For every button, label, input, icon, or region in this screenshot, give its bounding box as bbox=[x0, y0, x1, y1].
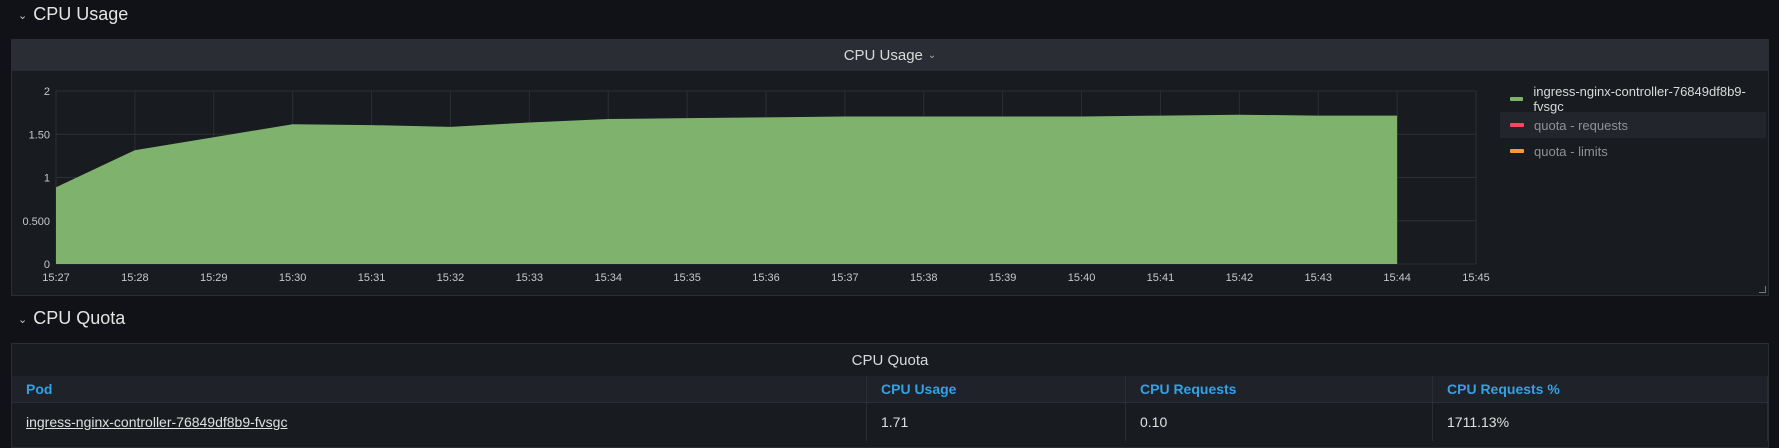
legend-swatch bbox=[1510, 97, 1524, 101]
panel-header[interactable]: CPU Quota bbox=[12, 344, 1768, 376]
panel-title: CPU Quota bbox=[851, 351, 929, 369]
x-tick-label: 15:31 bbox=[358, 272, 386, 284]
y-tick-label: 1.50 bbox=[29, 129, 50, 141]
x-tick-label: 15:38 bbox=[910, 272, 938, 284]
chevron-down-icon: ⌄ bbox=[927, 50, 937, 61]
x-tick-label: 15:44 bbox=[1383, 272, 1411, 284]
cpu-requests-cell: 0.10 bbox=[1125, 402, 1433, 441]
legend: ingress-nginx-controller-76849df8b9-fvsg… bbox=[1500, 84, 1766, 164]
column-header-cpu-requests[interactable]: CPU Requests bbox=[1125, 376, 1433, 403]
x-tick-label: 15:40 bbox=[1068, 272, 1096, 284]
pod-cell[interactable]: ingress-nginx-controller-76849df8b9-fvsg… bbox=[12, 402, 867, 441]
row-title: CPU Usage bbox=[33, 3, 129, 24]
legend-swatch bbox=[1510, 149, 1524, 153]
legend-label: quota - requests bbox=[1534, 117, 1628, 133]
y-tick-label: 2 bbox=[44, 86, 50, 98]
y-tick-label: 1 bbox=[44, 173, 50, 185]
x-tick-label: 15:32 bbox=[437, 272, 465, 284]
y-tick-label: 0 bbox=[44, 259, 50, 271]
x-tick-label: 15:39 bbox=[989, 272, 1017, 284]
panel-title: CPU Usage bbox=[843, 47, 923, 64]
column-header-cpu-usage[interactable]: CPU Usage bbox=[866, 376, 1126, 403]
legend-item-quota-limits[interactable]: quota - limits bbox=[1500, 138, 1766, 164]
cpu-quota-panel: CPU Quota Pod CPU Usage CPU Requests CPU… bbox=[11, 343, 1769, 448]
legend-swatch bbox=[1510, 123, 1524, 127]
x-tick-label: 15:37 bbox=[831, 272, 859, 284]
table-header-row: Pod CPU Usage CPU Requests CPU Requests … bbox=[12, 376, 1768, 403]
chevron-down-icon: ⌄ bbox=[18, 9, 28, 22]
legend-label: ingress-nginx-controller-76849df8b9-fvsg… bbox=[1533, 84, 1746, 114]
table-row: ingress-nginx-controller-76849df8b9-fvsg… bbox=[12, 402, 1768, 441]
x-tick-label: 15:42 bbox=[1226, 272, 1254, 284]
row-title: CPU Quota bbox=[33, 307, 126, 328]
legend-label: quota - limits bbox=[1534, 143, 1608, 159]
y-tick-label: 0.500 bbox=[22, 216, 50, 228]
x-tick-label: 15:45 bbox=[1462, 272, 1490, 284]
x-tick-label: 15:27 bbox=[42, 272, 70, 284]
x-tick-label: 15:34 bbox=[594, 272, 622, 284]
resize-handle[interactable] bbox=[1759, 286, 1766, 293]
x-tick-label: 15:36 bbox=[752, 272, 780, 284]
x-tick-label: 15:33 bbox=[516, 272, 544, 284]
panel-header[interactable]: CPU Usage ⌄ bbox=[12, 40, 1768, 71]
cpu-usage-panel: CPU Usage ⌄ 0 0.500 1 1.50 2 15:27 15:28 15:29 1… bbox=[11, 39, 1769, 296]
legend-item-quota-requests[interactable]: quota - requests bbox=[1500, 112, 1766, 138]
x-tick-label: 15:30 bbox=[279, 272, 307, 284]
column-header-cpu-requests-percent[interactable]: CPU Requests % bbox=[1432, 376, 1768, 403]
row-header-cpu-usage[interactable]: ⌄ CPU Usage bbox=[18, 0, 128, 28]
column-header-pod[interactable]: Pod bbox=[12, 376, 867, 403]
x-tick-label: 15:28 bbox=[121, 272, 149, 284]
pod-link[interactable]: ingress-nginx-controller-76849df8b9-fvsg… bbox=[26, 414, 287, 430]
cpu-usage-cell: 1.71 bbox=[866, 402, 1126, 441]
cpu-requests-percent-cell: 1711.13% bbox=[1432, 402, 1768, 441]
quota-table: Pod CPU Usage CPU Requests CPU Requests … bbox=[12, 376, 1768, 441]
x-tick-label: 15:43 bbox=[1304, 272, 1332, 284]
x-tick-label: 15:29 bbox=[200, 272, 228, 284]
legend-item-pod[interactable]: ingress-nginx-controller-76849df8b9-fvsg… bbox=[1500, 84, 1766, 114]
row-header-cpu-quota[interactable]: ⌄ CPU Quota bbox=[18, 304, 125, 332]
x-tick-label: 15:41 bbox=[1147, 272, 1175, 284]
series-area bbox=[56, 115, 1398, 264]
x-tick-label: 15:35 bbox=[673, 272, 701, 284]
cpu-usage-chart[interactable]: 0 0.500 1 1.50 2 15:27 15:28 15:29 15:30 15:31 15:… bbox=[12, 71, 1492, 297]
chevron-down-icon: ⌄ bbox=[18, 313, 28, 326]
